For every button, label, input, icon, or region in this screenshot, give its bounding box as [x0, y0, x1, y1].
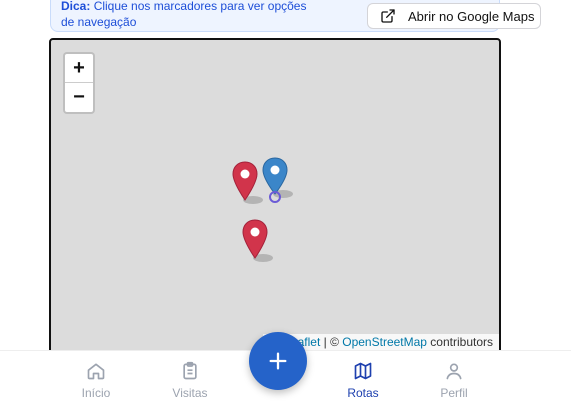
map-marker-blue[interactable] — [261, 156, 295, 204]
nav-label-inicio: Início — [81, 386, 111, 400]
map-icon — [354, 362, 372, 380]
nav-label-perfil: Perfil — [440, 386, 468, 400]
open-google-maps-label: Abrir no Google Maps — [408, 8, 535, 24]
nav-item-rotas[interactable]: Rotas — [328, 361, 398, 400]
map-marker-red[interactable] — [241, 218, 275, 264]
attribution-suffix: contributors — [426, 335, 493, 349]
nav-label-visitas: Visitas — [172, 386, 208, 400]
route-map[interactable]: + − Leaflet | © OpenStreetMap contributo… — [49, 38, 501, 358]
clipboard-icon — [183, 361, 197, 380]
zoom-out-button[interactable]: − — [65, 83, 93, 112]
openstreetmap-link[interactable]: OpenStreetMap — [342, 335, 427, 349]
zoom-control: + − — [63, 52, 95, 114]
map-marker-red[interactable] — [231, 160, 265, 206]
nav-item-inicio[interactable]: Início — [61, 361, 131, 400]
plus-icon — [269, 352, 287, 370]
nav-item-perfil[interactable]: Perfil — [419, 361, 489, 400]
open-google-maps-button[interactable]: Abrir no Google Maps — [367, 3, 541, 29]
nav-item-visitas[interactable]: Visitas — [155, 361, 225, 400]
zoom-in-button[interactable]: + — [65, 54, 93, 83]
tip-text: Dica: Clique nos marcadores para ver opç… — [61, 0, 321, 30]
navigation-tip-banner: Dica: Clique nos marcadores para ver opç… — [50, 0, 541, 32]
attribution-separator: | © — [320, 335, 343, 349]
external-link-icon — [381, 9, 395, 23]
home-icon — [87, 363, 105, 380]
tip-label: Dica: — [61, 0, 91, 13]
nav-label-rotas: Rotas — [347, 386, 379, 400]
user-icon — [446, 363, 462, 380]
tip-message: Clique nos marcadores para ver opções de… — [61, 0, 307, 29]
add-button[interactable] — [249, 332, 307, 390]
